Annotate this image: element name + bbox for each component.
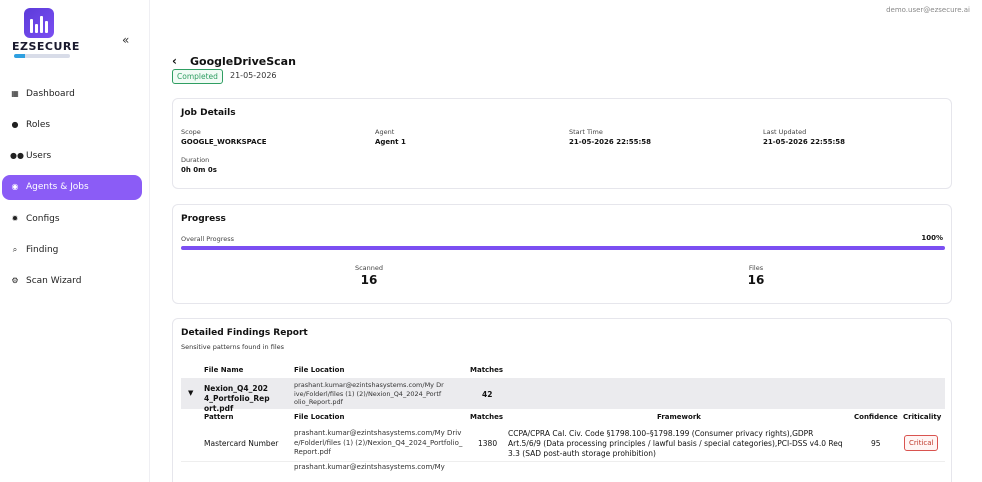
sidebar-item-configs[interactable]: ✹ Configs: [2, 206, 142, 231]
card-subtitle: Sensitive patterns found in files: [181, 343, 285, 351]
sidebar-item-users[interactable]: ●● Users: [2, 144, 142, 169]
logo-mark-icon: [24, 8, 54, 38]
column-header-matches: Matches: [470, 366, 504, 374]
page-title: GoogleDriveScan: [190, 55, 296, 68]
column-header-file-location: File Location: [294, 413, 345, 421]
field-value: Agent 1: [375, 138, 406, 146]
sidebar-item-label: Roles: [26, 119, 51, 130]
column-header-file-location: File Location: [294, 366, 345, 374]
users-icon: ●●: [10, 151, 24, 161]
field-label: Duration: [181, 156, 210, 164]
gears-icon: ✹: [11, 213, 19, 223]
table-row[interactable]: Mastercard Number prashant.kumar@ezintsh…: [181, 426, 945, 462]
sidebar-item-label: Finding: [26, 244, 59, 255]
pattern-matches: 1380: [478, 439, 498, 448]
job-date: 21-05-2026: [230, 71, 277, 80]
sidebar-item-label: Scan Wizard: [26, 276, 82, 287]
findings-report-card: Detailed Findings Report Sensitive patte…: [172, 318, 952, 482]
stat-value: 16: [360, 273, 378, 287]
sidebar-item-scan-wizard[interactable]: ⚙ Scan Wizard: [2, 269, 142, 294]
last-updated-field: Last Updated 21-05-2026 22:55:58: [763, 128, 845, 146]
field-value: 21-05-2026 22:55:58: [569, 138, 652, 146]
expand-caret-icon[interactable]: ▼: [188, 389, 193, 397]
brand-logo[interactable]: EZSECURE: [12, 8, 79, 62]
field-value: 0h 0m 0s: [181, 166, 217, 174]
field-label: Scope: [181, 128, 201, 136]
confidence-value: 95: [871, 439, 881, 448]
files-stat: Files 16: [716, 264, 796, 287]
column-header-confidence: Confidence: [854, 413, 898, 421]
sidebar-item-dashboard[interactable]: ▦ Dashboard: [2, 81, 142, 106]
file-row[interactable]: ▼ Nexion_Q4_2024_Portfolio_Report.pdf pr…: [181, 378, 945, 413]
job-details-card: Job Details Scope GOOGLE_WORKSPACE Agent…: [172, 98, 952, 189]
field-value: GOOGLE_WORKSPACE: [181, 138, 267, 146]
pattern-file-location: prashant.kumar@ezintshasystems.com/My Dr…: [294, 429, 463, 456]
progress-percent: 100%: [921, 234, 943, 242]
robot-icon: ◉: [11, 182, 19, 192]
card-title: Detailed Findings Report: [181, 328, 308, 338]
search-icon: ⌕: [12, 244, 18, 254]
stat-value: 16: [747, 273, 765, 287]
file-location: prashant.kumar@ezintshasystems.com/My Dr…: [294, 381, 444, 406]
app-root: EZSECURE « ▦ Dashboard ● Roles ●● Users …: [0, 0, 982, 482]
scope-field: Scope GOOGLE_WORKSPACE: [181, 128, 267, 146]
brand-name: EZSECURE: [12, 40, 80, 53]
pattern-name: Mastercard Number: [204, 439, 279, 448]
sidebar-item-finding[interactable]: ⌕ Finding: [2, 237, 142, 262]
column-header-criticality: Criticality: [903, 413, 942, 421]
field-label: Last Updated: [763, 128, 807, 136]
file-name: Nexion_Q4_2024_Portfolio_Report.pdf: [204, 384, 270, 413]
collapse-sidebar-icon[interactable]: «: [122, 33, 129, 47]
column-header-matches: Matches: [470, 413, 504, 421]
card-title: Progress: [181, 214, 226, 224]
sidebar-item-agents-jobs[interactable]: ◉ Agents & Jobs: [2, 174, 142, 200]
column-header-file-name: File Name: [204, 366, 244, 374]
start-time-field: Start Time 21-05-2026 22:55:58: [569, 128, 651, 146]
sidebar: EZSECURE « ▦ Dashboard ● Roles ●● Users …: [0, 0, 150, 482]
grid-icon: ▦: [11, 88, 19, 98]
next-row-file-location: prashant.kumar@ezintshasystems.com/My: [294, 463, 445, 471]
file-matches: 42: [482, 390, 493, 399]
field-label: Agent: [375, 128, 395, 136]
sidebar-item-roles[interactable]: ● Roles: [2, 112, 142, 137]
sidebar-nav: ▦ Dashboard ● Roles ●● Users ◉ Agents & …: [2, 81, 142, 300]
overall-progress-label: Overall Progress: [181, 235, 235, 243]
column-header-framework: Framework: [657, 413, 701, 421]
main-content: ‹ GoogleDriveScan Completed 21-05-2026 J…: [150, 0, 982, 482]
stat-label: Files: [748, 264, 764, 272]
column-header-pattern: Pattern: [204, 413, 234, 421]
wizard-icon: ⚙: [11, 276, 19, 286]
sidebar-item-label: Dashboard: [26, 88, 75, 99]
progress-card: Progress Overall Progress 100% Scanned 1…: [172, 204, 952, 304]
sidebar-item-label: Configs: [26, 213, 60, 224]
card-title: Job Details: [181, 108, 236, 118]
field-value: 21-05-2026 22:55:58: [763, 138, 846, 146]
scanned-stat: Scanned 16: [329, 264, 409, 287]
progress-bar: [181, 246, 945, 250]
agent-field: Agent Agent 1: [375, 128, 406, 146]
logo-tagline-bar: [14, 54, 70, 58]
sidebar-item-label: Agents & Jobs: [26, 182, 89, 193]
user-gear-icon: ●: [11, 119, 19, 129]
duration-field: Duration 0h 0m 0s: [181, 156, 217, 174]
framework-text: CCPA/CPRA Cal. Civ. Code §1798.100–§1798…: [508, 429, 843, 458]
stat-label: Scanned: [354, 264, 384, 272]
criticality-badge: Critical: [904, 435, 939, 451]
back-arrow-icon[interactable]: ‹: [172, 54, 177, 68]
status-badge: Completed: [172, 69, 223, 84]
sidebar-item-label: Users: [26, 151, 52, 162]
field-label: Start Time: [569, 128, 603, 136]
progress-bar-fill: [181, 246, 945, 250]
